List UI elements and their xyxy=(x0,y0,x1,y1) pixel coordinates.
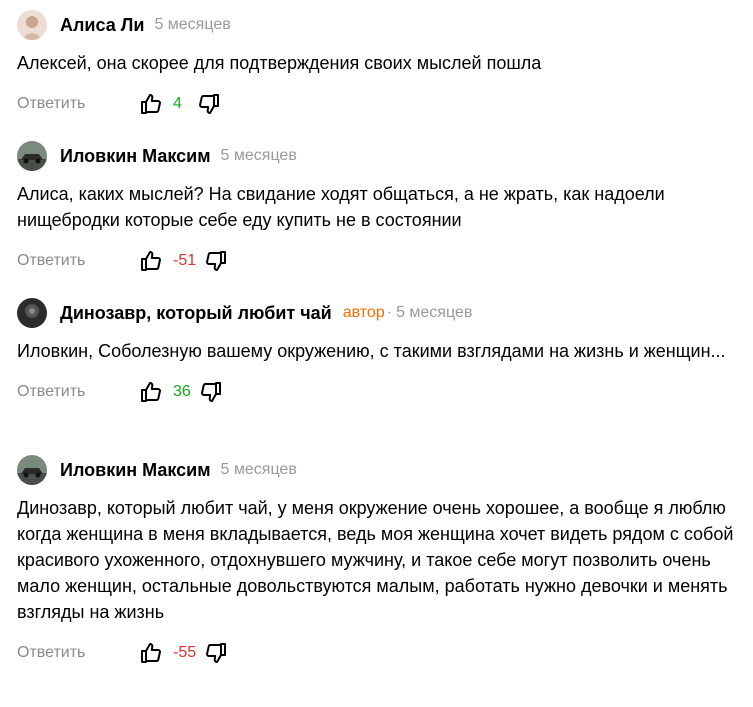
thumb-down-icon[interactable] xyxy=(197,92,221,116)
comment: Иловкин Максим 5 месяцев Алиса, каких мы… xyxy=(17,141,737,273)
comment-actions: Ответить -55 xyxy=(17,641,737,665)
thumb-up-icon[interactable] xyxy=(139,249,163,273)
comment: Алиса Ли 5 месяцев Алексей, она скорее д… xyxy=(17,10,737,116)
comment-actions: Ответить 36 xyxy=(17,380,737,404)
comment: Иловкин Максим 5 месяцев Динозавр, котор… xyxy=(17,455,737,665)
thumb-down-icon[interactable] xyxy=(199,380,223,404)
reply-button[interactable]: Ответить xyxy=(17,383,139,401)
comment-time: 5 месяцев xyxy=(220,147,297,164)
author-name[interactable]: Иловкин Максим xyxy=(60,146,211,167)
thumb-down-icon[interactable] xyxy=(204,249,228,273)
vote-score: -55 xyxy=(173,644,197,661)
separator-dot: · xyxy=(386,304,393,321)
avatar[interactable] xyxy=(17,298,47,328)
comment-text: Иловкин, Соболезную вашему окружению, с … xyxy=(17,341,726,361)
vote-group: 36 xyxy=(139,380,223,404)
thumb-up-icon[interactable] xyxy=(139,641,163,665)
comment: Динозавр, который любит чай автор · 5 ме… xyxy=(17,298,737,404)
thumb-down-icon[interactable] xyxy=(204,641,228,665)
thumb-up-icon[interactable] xyxy=(139,92,163,116)
comment-header: Иловкин Максим 5 месяцев xyxy=(17,455,737,485)
comment-header: Динозавр, который любит чай автор · 5 ме… xyxy=(17,298,737,328)
vote-group: 4 xyxy=(139,92,221,116)
comment-text: Алиса, каких мыслей? На свидание ходят о… xyxy=(17,184,665,230)
comment-actions: Ответить -51 xyxy=(17,249,737,273)
avatar[interactable] xyxy=(17,10,47,40)
vote-score: 4 xyxy=(173,95,182,112)
thumb-up-icon[interactable] xyxy=(139,380,163,404)
comment-time: 5 месяцев xyxy=(220,461,297,478)
author-name[interactable]: Иловкин Максим xyxy=(60,460,211,481)
reply-button[interactable]: Ответить xyxy=(17,95,139,113)
comment-actions: Ответить 4 xyxy=(17,92,737,116)
author-badge: автор xyxy=(342,304,385,321)
vote-score: 36 xyxy=(173,383,191,400)
avatar[interactable] xyxy=(17,141,47,171)
reply-button[interactable]: Ответить xyxy=(17,644,139,662)
author-name[interactable]: Алиса Ли xyxy=(60,15,144,36)
comment-time: 5 месяцев xyxy=(154,16,231,33)
author-name[interactable]: Динозавр, который любит чай xyxy=(60,303,332,324)
vote-group: -51 xyxy=(139,249,228,273)
comment-header: Алиса Ли 5 месяцев xyxy=(17,10,737,40)
vote-group: -55 xyxy=(139,641,228,665)
avatar[interactable] xyxy=(17,455,47,485)
vote-score: -51 xyxy=(173,252,197,269)
comment-text: Алексей, она скорее для подтверждения св… xyxy=(17,53,542,73)
comment-text: Динозавр, который любит чай, у меня окру… xyxy=(17,498,734,622)
comment-time: 5 месяцев xyxy=(396,304,473,321)
reply-button[interactable]: Ответить xyxy=(17,252,139,270)
comment-header: Иловкин Максим 5 месяцев xyxy=(17,141,737,171)
